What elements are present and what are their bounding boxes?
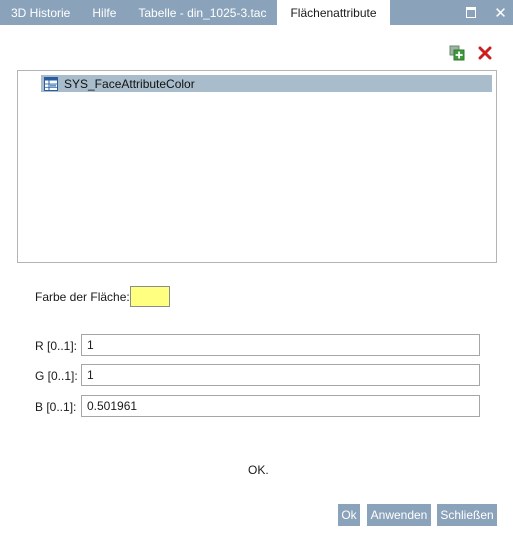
add-attribute-button[interactable] <box>448 44 466 62</box>
list-item-label: SYS_FaceAttributeColor <box>64 76 195 91</box>
apply-button[interactable]: Anwenden <box>367 504 431 526</box>
status-text: OK. <box>248 463 269 477</box>
close-window-button[interactable]: ✕ <box>488 0 513 25</box>
attribute-table-icon <box>43 76 59 92</box>
list-item[interactable]: SYS_FaceAttributeColor <box>41 75 492 92</box>
tab-3d-historie[interactable]: 3D Historie <box>0 0 81 25</box>
tab-flaechenattribute[interactable]: Flächenattribute <box>277 0 390 25</box>
face-color-swatch[interactable] <box>130 286 170 307</box>
delete-attribute-button[interactable] <box>476 44 494 62</box>
restore-window-button[interactable] <box>458 0 483 25</box>
face-color-label: Farbe der Fläche: <box>35 290 130 304</box>
tab-bar: 3D Historie Hilfe Tabelle - din_1025-3.t… <box>0 0 513 25</box>
b-input[interactable] <box>81 395 480 417</box>
add-attribute-icon <box>449 45 465 61</box>
r-label: R [0..1]: <box>35 339 78 353</box>
tab-hilfe[interactable]: Hilfe <box>81 0 127 25</box>
ok-button[interactable]: Ok <box>338 504 360 526</box>
restore-icon <box>465 7 476 18</box>
g-input[interactable] <box>81 364 480 386</box>
attribute-list[interactable]: SYS_FaceAttributeColor <box>17 70 497 263</box>
delete-attribute-icon <box>478 46 492 60</box>
r-input[interactable] <box>81 334 480 356</box>
close-button[interactable]: Schließen <box>437 504 497 526</box>
close-icon: ✕ <box>494 4 507 22</box>
tab-tabelle[interactable]: Tabelle - din_1025-3.tac <box>127 0 277 25</box>
g-label: G [0..1]: <box>35 369 78 383</box>
b-label: B [0..1]: <box>35 400 77 414</box>
